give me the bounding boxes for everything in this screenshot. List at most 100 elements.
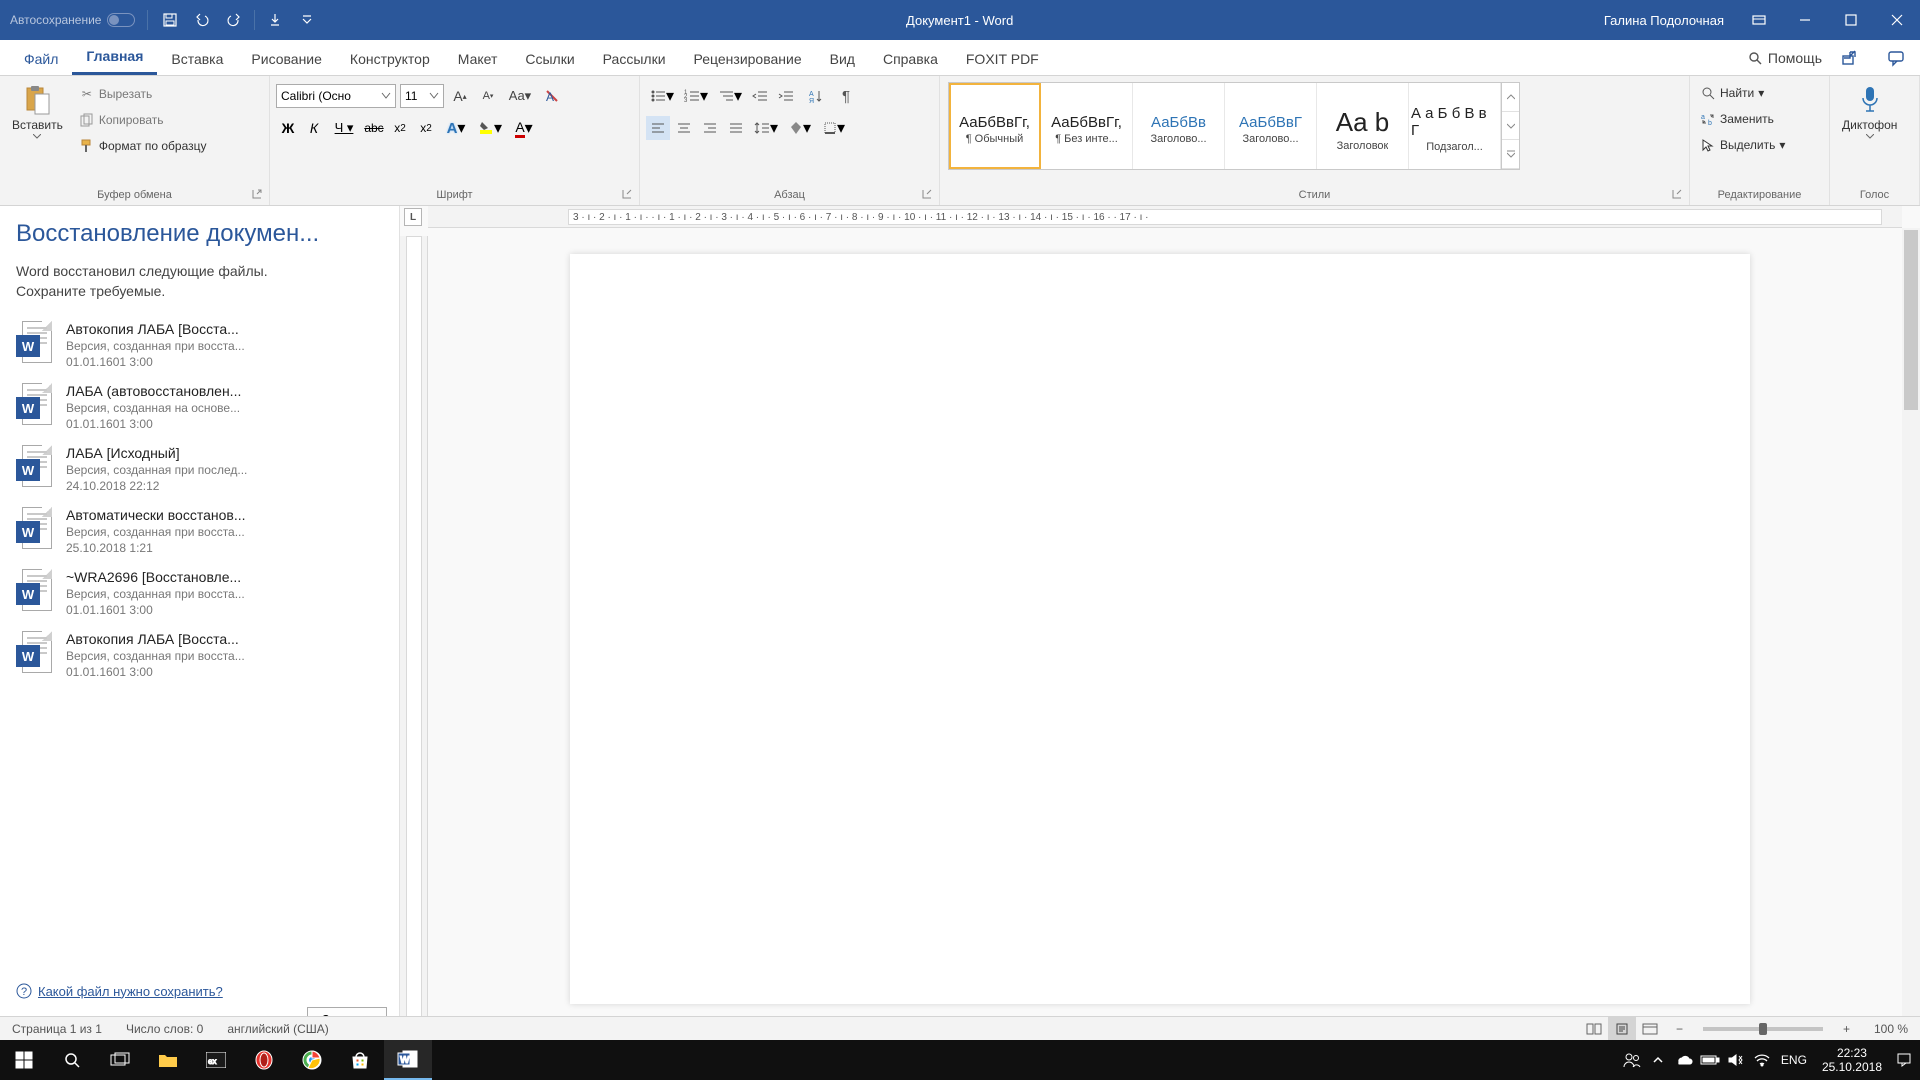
recovery-item[interactable]: WАвтокопия ЛАБА [Восста...Версия, создан… xyxy=(16,315,387,377)
find-button[interactable]: Найти ▾ xyxy=(1696,82,1768,104)
tab-review[interactable]: Рецензирование xyxy=(680,43,816,75)
gallery-down-icon[interactable] xyxy=(1502,112,1519,141)
taskbar-clock[interactable]: 22:2325.10.2018 xyxy=(1814,1046,1890,1075)
align-right-icon[interactable] xyxy=(698,116,722,140)
tab-layout[interactable]: Макет xyxy=(444,43,512,75)
dictate-button[interactable]: Диктофон xyxy=(1836,80,1903,143)
status-language[interactable]: английский (США) xyxy=(215,1022,340,1036)
line-spacing-icon[interactable]: ▾ xyxy=(750,116,782,140)
scrollbar-thumb[interactable] xyxy=(1904,230,1918,410)
numbering-icon[interactable]: 123▾ xyxy=(680,84,712,108)
select-button[interactable]: Выделить ▾ xyxy=(1696,134,1789,156)
start-button[interactable] xyxy=(0,1040,48,1080)
zoom-in-icon[interactable]: + xyxy=(1831,1022,1862,1036)
zoom-out-icon[interactable]: − xyxy=(1664,1022,1695,1036)
multilevel-list-icon[interactable]: ▾ xyxy=(714,84,746,108)
tab-help[interactable]: Справка xyxy=(869,43,952,75)
undo-icon[interactable] xyxy=(188,6,216,34)
recovery-item[interactable]: W~WRA2696 [Восстановле...Версия, созданн… xyxy=(16,563,387,625)
bold-icon[interactable]: Ж xyxy=(276,116,300,140)
format-painter-button[interactable]: Формат по образцу xyxy=(75,136,211,156)
read-mode-icon[interactable] xyxy=(1580,1017,1608,1041)
action-center-icon[interactable] xyxy=(1892,1040,1916,1080)
gallery-up-icon[interactable] xyxy=(1502,83,1519,112)
tab-home[interactable]: Главная xyxy=(72,40,157,75)
touch-mode-icon[interactable] xyxy=(261,6,289,34)
wifi-icon[interactable] xyxy=(1750,1040,1774,1080)
borders-icon[interactable]: ▾ xyxy=(818,116,850,140)
autosave-toggle[interactable]: Автосохранение xyxy=(0,13,145,27)
tab-draw[interactable]: Рисование xyxy=(237,43,336,75)
align-center-icon[interactable] xyxy=(672,116,696,140)
style-item[interactable]: АаБбВвГг,¶ Без инте... xyxy=(1041,83,1133,169)
minimize-icon[interactable] xyxy=(1782,0,1828,40)
recovery-item[interactable]: WАвтоматически восстанов...Версия, созда… xyxy=(16,501,387,563)
maximize-icon[interactable] xyxy=(1828,0,1874,40)
text-effects-icon[interactable]: A▾ xyxy=(440,116,472,140)
strikethrough-icon[interactable]: abc xyxy=(362,116,386,140)
tab-foxit[interactable]: FOXIT PDF xyxy=(952,43,1053,75)
tab-view[interactable]: Вид xyxy=(816,43,869,75)
paste-button[interactable]: Вставить xyxy=(6,80,69,143)
justify-icon[interactable] xyxy=(724,116,748,140)
web-layout-icon[interactable] xyxy=(1636,1017,1664,1041)
bullets-icon[interactable]: ▾ xyxy=(646,84,678,108)
vertical-ruler[interactable] xyxy=(400,236,428,1040)
zoom-level[interactable]: 100 % xyxy=(1862,1022,1920,1036)
font-name-combo[interactable]: Calibri (Осно xyxy=(276,84,396,108)
share-icon[interactable] xyxy=(1832,43,1868,73)
status-page[interactable]: Страница 1 из 1 xyxy=(0,1022,114,1036)
input-language[interactable]: ENG xyxy=(1776,1040,1812,1080)
comments-icon[interactable] xyxy=(1878,43,1914,73)
style-item[interactable]: Aa bЗаголовок xyxy=(1317,83,1409,169)
app-exness-icon[interactable]: ex xyxy=(192,1040,240,1080)
search-icon[interactable] xyxy=(48,1040,96,1080)
highlight-icon[interactable]: ▾ xyxy=(474,116,506,140)
replace-button[interactable]: abЗаменить xyxy=(1696,108,1778,130)
tab-design[interactable]: Конструктор xyxy=(336,43,444,75)
style-item[interactable]: АаБбВвЗаголово... xyxy=(1133,83,1225,169)
volume-icon[interactable] xyxy=(1724,1040,1748,1080)
italic-icon[interactable]: К xyxy=(302,116,326,140)
font-size-combo[interactable]: 11 xyxy=(400,84,444,108)
status-words[interactable]: Число слов: 0 xyxy=(114,1022,215,1036)
tray-expand-icon[interactable] xyxy=(1646,1040,1670,1080)
save-icon[interactable] xyxy=(156,6,184,34)
task-view-icon[interactable] xyxy=(96,1040,144,1080)
sort-icon[interactable]: AЯ xyxy=(800,84,832,108)
tab-mailings[interactable]: Рассылки xyxy=(589,43,680,75)
vertical-scrollbar[interactable] xyxy=(1902,228,1920,1040)
people-icon[interactable] xyxy=(1620,1040,1644,1080)
file-explorer-icon[interactable] xyxy=(144,1040,192,1080)
dialog-launcher-icon[interactable] xyxy=(251,189,263,201)
tab-references[interactable]: Ссылки xyxy=(511,43,588,75)
dialog-launcher-icon[interactable] xyxy=(921,189,933,201)
show-marks-icon[interactable]: ¶ xyxy=(834,84,858,108)
copy-button[interactable]: Копировать xyxy=(75,110,211,130)
subscript-icon[interactable]: x2 xyxy=(388,116,412,140)
tab-file[interactable]: Файл xyxy=(10,43,72,75)
onedrive-icon[interactable] xyxy=(1672,1040,1696,1080)
clear-formatting-icon[interactable]: A xyxy=(540,84,564,108)
increase-indent-icon[interactable] xyxy=(774,84,798,108)
print-layout-icon[interactable] xyxy=(1608,1017,1636,1041)
style-item[interactable]: АаБбВвГЗаголово... xyxy=(1225,83,1317,169)
superscript-icon[interactable]: x2 xyxy=(414,116,438,140)
decrease-indent-icon[interactable] xyxy=(748,84,772,108)
word-app-icon[interactable]: W xyxy=(384,1040,432,1080)
recovery-item[interactable]: WЛАБА (автовосстановлен...Версия, создан… xyxy=(16,377,387,439)
dialog-launcher-icon[interactable] xyxy=(621,189,633,201)
recovery-help-link[interactable]: Какой файл нужно сохранить? xyxy=(38,984,223,999)
dialog-launcher-icon[interactable] xyxy=(1671,189,1683,201)
horizontal-ruler[interactable]: 3 · ı · 2 · ı · 1 · ı · · ı · 1 · ı · 2 … xyxy=(428,206,1902,228)
tell-me[interactable]: Помощь xyxy=(1747,50,1822,66)
tab-insert[interactable]: Вставка xyxy=(157,43,237,75)
recovery-item[interactable]: WАвтокопия ЛАБА [Восста...Версия, создан… xyxy=(16,625,387,687)
style-item[interactable]: АаБбВвГг,¶ Обычный xyxy=(949,83,1041,169)
ribbon-display-icon[interactable] xyxy=(1736,0,1782,40)
close-icon[interactable] xyxy=(1874,0,1920,40)
store-icon[interactable] xyxy=(336,1040,384,1080)
font-color-icon[interactable]: A▾ xyxy=(508,116,540,140)
battery-icon[interactable] xyxy=(1698,1040,1722,1080)
chrome-icon[interactable] xyxy=(288,1040,336,1080)
